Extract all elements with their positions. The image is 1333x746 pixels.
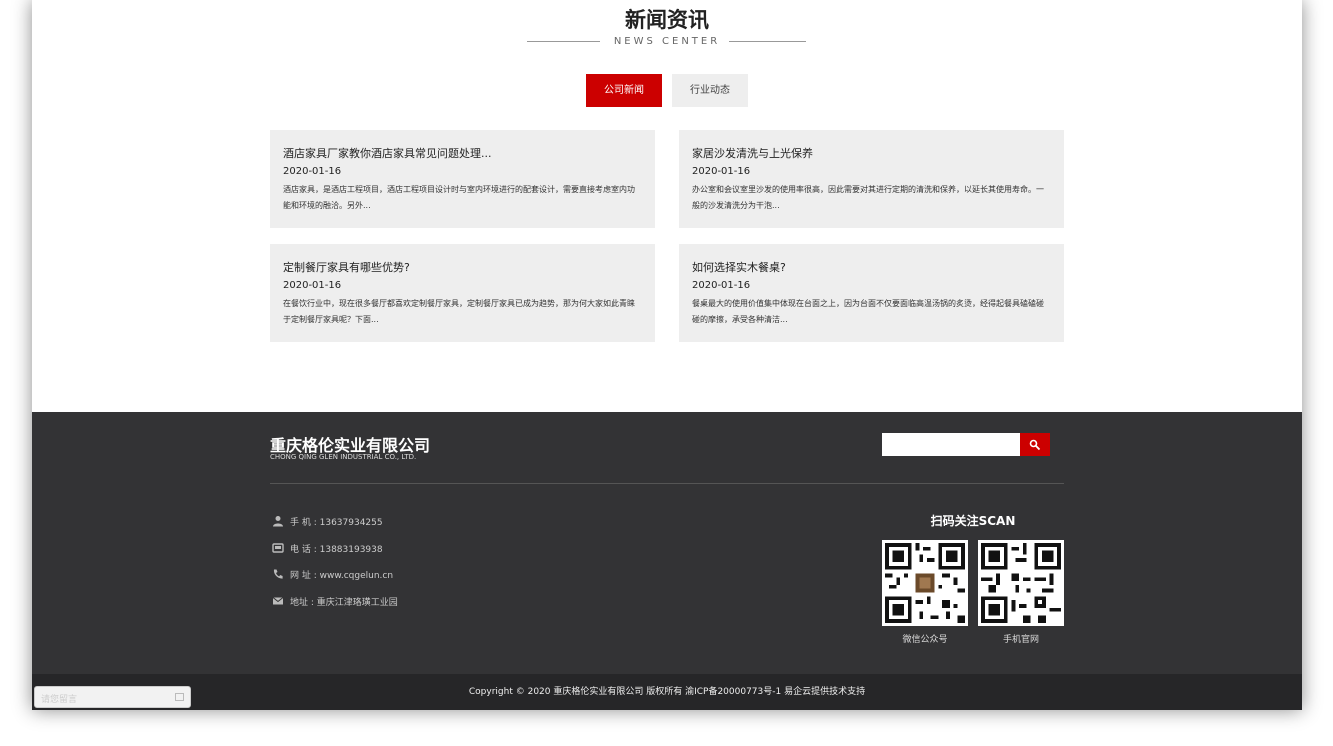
news-card-title[interactable]: 定制餐厅家具有哪些优势? [283,260,642,276]
qr-code-icon [885,543,965,623]
news-card-date: 2020-01-16 [692,166,751,177]
contact-text: 电 话 : 13883193938 [290,544,383,555]
news-subtitle: NEWS CENTER [613,36,721,47]
footer-divider [270,483,1064,484]
contact-mobile: 手 机 : 13637934255 [272,514,383,528]
chat-tab-label: 请您留言 [41,695,78,705]
news-card-desc: 餐桌最大的使用价值集中体现在台面之上，因为台面不仅要面临高温汤锅的炙烫，经得起餐… [692,299,1044,324]
search-input[interactable] [882,433,1020,456]
phone-box-icon [272,543,284,553]
news-card[interactable]: 酒店家具厂家教你酒店家具常见问题处理... 2020-01-16 酒店家具，是酒… [270,130,655,228]
news-card-desc: 酒店家具，是酒店工程项目，酒店工程项目设计时与室内环境进行的配套设计，需要直接考… [283,185,635,210]
contact-text: 地址 : 重庆江津珞璜工业园 [290,597,398,608]
search-button[interactable] [1020,433,1050,456]
person-icon [273,516,283,527]
news-card[interactable]: 家居沙发清洗与上光保养 2020-01-16 办公室和会议室里沙发的使用率很高，… [679,130,1064,228]
news-card-date: 2020-01-16 [283,166,342,177]
contact-phone: 电 话 : 13883193938 [272,541,383,555]
news-card-desc: 办公室和会议室里沙发的使用率很高，因此需要对其进行定期的清洗和保养，以延长其使用… [692,185,1044,210]
page-frame: 新闻资讯 NEWS CENTER 公司新闻 行业动态 酒店家具厂家教你酒店家具常… [32,0,1302,710]
telephone-icon [273,569,283,579]
news-card[interactable]: 如何选择实木餐桌? 2020-01-16 餐桌最大的使用价值集中体现在台面之上，… [679,244,1064,342]
copyright-bar: Copyright © 2020 重庆格伦实业有限公司 版权所有 渝ICP备20… [32,674,1302,710]
contact-website: 网 址 : www.cqgelun.cn [272,567,393,581]
mail-icon [272,597,284,605]
news-card-date: 2020-01-16 [283,280,342,291]
contact-text[interactable]: 网 址 : www.cqgelun.cn [290,568,393,581]
footer-company-en: CHONG QING GLEN INDUSTRIAL CO., LTD. [270,453,417,461]
message-chat-tab[interactable]: 请您留言 [34,686,191,708]
contact-text: 手 机 : 13637934255 [290,517,383,528]
qr-label-mobile: 手机官网 [1002,635,1039,645]
expand-icon [175,693,184,701]
tab-company-news[interactable]: 公司新闻 [586,74,662,107]
mobile-site-qr-code [978,540,1064,626]
news-card-title[interactable]: 家居沙发清洗与上光保养 [692,146,1051,162]
tab-industry-news[interactable]: 行业动态 [672,74,748,107]
title-divider-right [729,41,806,42]
news-card[interactable]: 定制餐厅家具有哪些优势? 2020-01-16 在餐饮行业中，现在很多餐厅都喜欢… [270,244,655,342]
qr-code-icon [981,543,1061,623]
qr-label-wechat: 微信公众号 [902,635,948,645]
news-card-title[interactable]: 酒店家具厂家教你酒店家具常见问题处理... [283,146,642,162]
scan-title: 扫码关注SCAN [930,514,1016,528]
news-title: 新闻资讯 [625,8,709,32]
wechat-qr-code [882,540,968,626]
search-icon [1029,439,1041,450]
contact-address: 地址 : 重庆江津珞璜工业园 [272,594,398,608]
news-section: 新闻资讯 NEWS CENTER 公司新闻 行业动态 酒店家具厂家教你酒店家具常… [32,0,1302,412]
news-card-title[interactable]: 如何选择实木餐桌? [692,260,1051,276]
news-card-desc: 在餐饮行业中，现在很多餐厅都喜欢定制餐厅家具，定制餐厅家具已成为趋势，那为何大家… [283,299,635,324]
news-card-date: 2020-01-16 [692,280,751,291]
site-footer: 重庆格伦实业有限公司 CHONG QING GLEN INDUSTRIAL CO… [32,412,1302,674]
